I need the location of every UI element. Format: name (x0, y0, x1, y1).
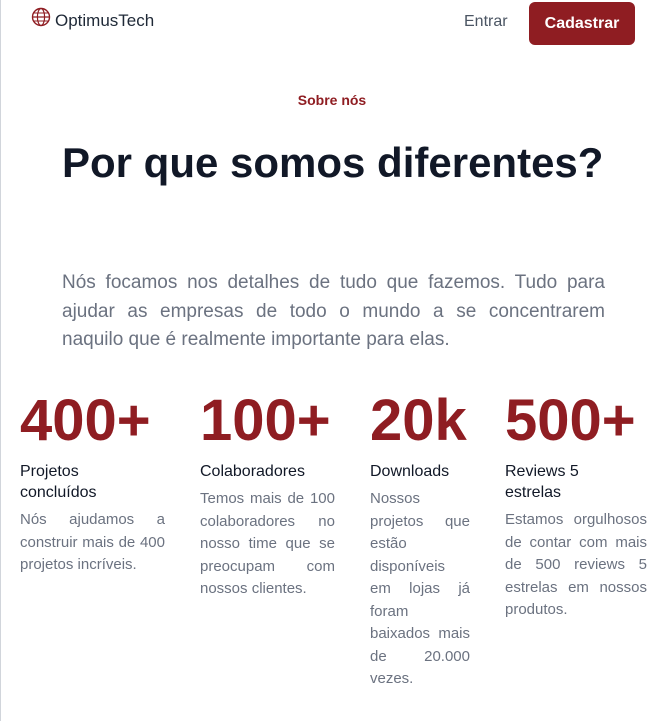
brand-logo[interactable]: OptimusTech (31, 7, 155, 30)
brand-name: OptimusTech (55, 11, 155, 30)
login-link[interactable]: Entrar (464, 13, 508, 31)
stat-description: Nós ajudamos a construir mais de 400 pro… (20, 511, 165, 573)
stat-description: Estamos orgulhosos de contar com mais de… (505, 511, 647, 618)
stat-value: 20k (370, 388, 467, 453)
stat-value: 100+ (200, 388, 331, 453)
stat-description: Temos mais de 100 colaboradores no nosso… (200, 490, 335, 597)
stat-value: 500+ (505, 388, 636, 453)
section-description: Nós focamos nos detalhes de tudo que faz… (62, 272, 605, 350)
signup-button[interactable]: Cadastrar (529, 2, 635, 45)
stat-description: Nossos projetos que estão disponíveis em… (370, 490, 470, 687)
stat-label: Colaboradores (200, 463, 305, 480)
page-title: Por que somos diferentes? (62, 139, 604, 186)
stat-label: Downloads (370, 463, 450, 480)
globe-icon (31, 7, 51, 27)
stat-label: Projetos concluídos (20, 463, 97, 501)
stat-label: Reviews 5 estrelas (505, 463, 579, 501)
site-header: OptimusTech Entrar Cadastrar (1, 0, 662, 48)
stat-card-projects: 400+ Projetos concluídos Nós ajudamos a … (20, 388, 165, 574)
section-eyebrow: Sobre nós (297, 92, 367, 108)
stat-card-reviews: 500+ Reviews 5 estrelas Estamos orgulhos… (505, 388, 647, 619)
stat-value: 400+ (20, 388, 151, 453)
stat-card-downloads: 20k Downloads Nossos projetos que estão … (370, 388, 470, 688)
stat-card-collaborators: 100+ Colaboradores Temos mais de 100 col… (200, 388, 335, 598)
